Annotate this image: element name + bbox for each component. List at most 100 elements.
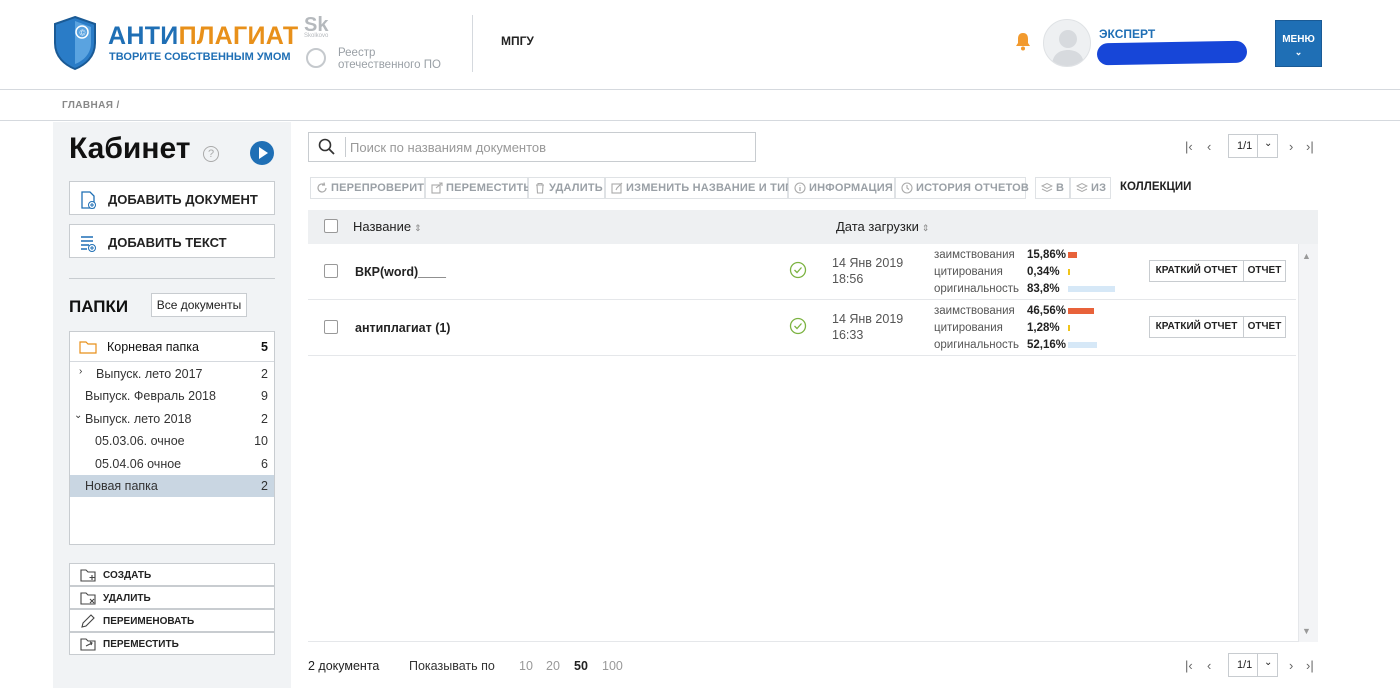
folder-item-vypusk-leto-2017[interactable]: › Выпуск. лето 2017 2 [70,363,274,385]
menu-button[interactable]: МЕНЮ ⌄ [1275,20,1322,67]
move-folder-button[interactable]: ПЕРЕМЕСТИТЬ [69,632,275,655]
move-label: ПЕРЕМЕСТИТЬ [446,182,532,194]
search-input[interactable] [350,134,750,160]
scroll-down-icon[interactable]: ▼ [1302,626,1311,636]
add-text-icon [81,236,96,252]
report-button[interactable]: ОТЧЕТ [1243,260,1286,282]
check-circle-icon [789,317,807,335]
check-circle-icon [789,261,807,279]
column-header-date[interactable]: Дата загрузки ⇕ [836,219,929,234]
page-title: Кабинет [69,132,191,165]
brand-tagline: ТВОРИТЕ СОБСТВЕННЫМ УМОМ [109,51,291,63]
cite-value: 1,28% [1027,322,1060,334]
folder-delete-icon [80,592,96,605]
header-divider [472,15,473,72]
move-document-button[interactable]: ПЕРЕМЕСТИТЬ [425,177,531,199]
folder-name: Новая папка [85,479,158,493]
row-checkbox[interactable] [324,320,338,334]
recheck-label: ПЕРЕПРОВЕРИТЬ [331,182,433,194]
page-size-option-active[interactable]: 50 [574,659,588,673]
prev-page-icon[interactable]: ‹ [1207,658,1211,673]
rename-folder-label: ПЕРЕИМЕНОВАТЬ [103,616,195,627]
play-video-icon[interactable] [250,141,274,165]
search-icon[interactable] [318,138,336,156]
delete-document-button[interactable]: УДАЛИТЬ [528,177,605,199]
short-report-button[interactable]: КРАТКИЙ ОТЧЕТ [1149,316,1244,338]
report-button[interactable]: ОТЧЕТ [1243,316,1286,338]
folder-item-05-04-06[interactable]: 05.04.06 очное 6 [70,453,274,475]
page-select[interactable]: 1/1 ⌄ [1228,653,1278,677]
add-document-label: ДОБАВИТЬ ДОКУМЕНТ [108,192,258,207]
folder-item-vypusk-leto-2018[interactable]: ⌄ Выпуск. лето 2018 2 [70,408,274,430]
shield-logo-icon[interactable]: © [52,15,98,71]
create-folder-button[interactable]: СОЗДАТЬ [69,563,275,586]
rename-document-button[interactable]: ИЗМЕНИТЬ НАЗВАНИЕ И ТИП [605,177,793,199]
page-size-option[interactable]: 10 [519,659,533,673]
breadcrumb[interactable]: ГЛАВНАЯ / [62,100,120,111]
remove-from-collection-button[interactable]: ИЗ [1070,177,1111,199]
originality-value: 52,16% [1027,339,1067,351]
add-to-collection-button[interactable]: В [1035,177,1070,199]
all-documents-button[interactable]: Все документы [151,293,247,317]
scrollbar[interactable] [1298,244,1318,642]
bell-icon[interactable] [1014,31,1032,51]
to-collection-label: В [1056,182,1065,194]
add-document-button[interactable]: ДОБАВИТЬ ДОКУМЕНТ [69,181,275,215]
chevron-down-icon[interactable]: ⌄ [74,410,82,421]
next-page-icon[interactable]: › [1289,658,1293,673]
prev-page-icon[interactable]: ‹ [1207,139,1211,154]
folder-count: 10 [254,434,268,448]
short-report-button[interactable]: КРАТКИЙ ОТЧЕТ [1149,260,1244,282]
organization-name: МПГУ [501,34,534,48]
root-folder[interactable]: Корневая папка 5 [70,332,274,362]
add-text-label: ДОБАВИТЬ ТЕКСТ [108,235,227,250]
folder-item-05-03-06[interactable]: 05.03.06. очное 10 [70,430,274,452]
rename-folder-button[interactable]: ПЕРЕИМЕНОВАТЬ [69,609,275,632]
avatar[interactable] [1043,19,1091,67]
history-label: ИСТОРИЯ ОТЧЕТОВ [916,182,1030,194]
upload-date-time: 18:56 [832,272,864,286]
chevron-right-icon[interactable]: › [79,366,82,377]
first-page-icon[interactable]: |‹ [1185,658,1193,673]
add-text-button[interactable]: ДОБАВИТЬ ТЕКСТ [69,224,275,258]
select-all-checkbox[interactable] [324,219,338,233]
info-button[interactable]: ИНФОРМАЦИЯ [788,177,895,199]
registry-line-2: отечественного ПО [338,59,441,71]
brand-title[interactable]: АНТИПЛАГИАТ [108,22,298,51]
column-name-label: Название [353,219,412,234]
last-page-icon[interactable]: ›| [1306,658,1314,673]
skolkovo-caption: Skolkovo [304,33,329,39]
rename-label: ИЗМЕНИТЬ НАЗВАНИЕ И ТИП [626,182,794,194]
folder-item-novaya-papka[interactable]: Новая папка 2 [70,475,274,497]
delete-folder-button[interactable]: УДАЛИТЬ [69,586,275,609]
redacted-username [1096,40,1248,66]
upload-date-day: 14 Янв 2019 [832,256,904,270]
next-page-icon[interactable]: › [1289,139,1293,154]
folder-item-vypusk-fevral-2018[interactable]: Выпуск. Февраль 2018 9 [70,385,274,407]
sort-icon: ⇕ [921,223,930,233]
last-page-icon[interactable]: ›| [1306,139,1314,154]
cite-bar [1068,325,1070,331]
page-size-option[interactable]: 20 [546,659,560,673]
document-name[interactable]: ВКР(word)____ [355,265,446,279]
document-name[interactable]: антиплагиат (1) [355,321,450,335]
report-history-button[interactable]: ИСТОРИЯ ОТЧЕТОВ [895,177,1030,199]
column-header-name[interactable]: Название ⇕ [353,219,422,234]
sort-icon: ⇕ [414,223,422,233]
row-checkbox[interactable] [324,264,338,278]
upload-date-time: 16:33 [832,328,864,342]
scroll-up-icon[interactable]: ▲ [1302,251,1311,261]
page-select[interactable]: 1/1 ⌄ [1228,134,1278,158]
help-icon[interactable]: ? [203,146,219,162]
first-page-icon[interactable]: |‹ [1185,139,1193,154]
registry-line-1: Реестр [338,47,376,59]
page-size-option[interactable]: 100 [602,659,623,673]
edit-icon [611,182,623,194]
user-role: ЭКСПЕРТ [1099,27,1156,41]
add-document-icon [81,191,96,209]
upload-date: 14 Янв 2019 18:56 [832,255,903,287]
coat-of-arms-icon [306,48,326,68]
upload-date: 14 Янв 2019 16:33 [832,311,903,343]
recheck-button[interactable]: ПЕРЕПРОВЕРИТЬ [310,177,432,199]
document-count: 2 документа [308,659,380,673]
